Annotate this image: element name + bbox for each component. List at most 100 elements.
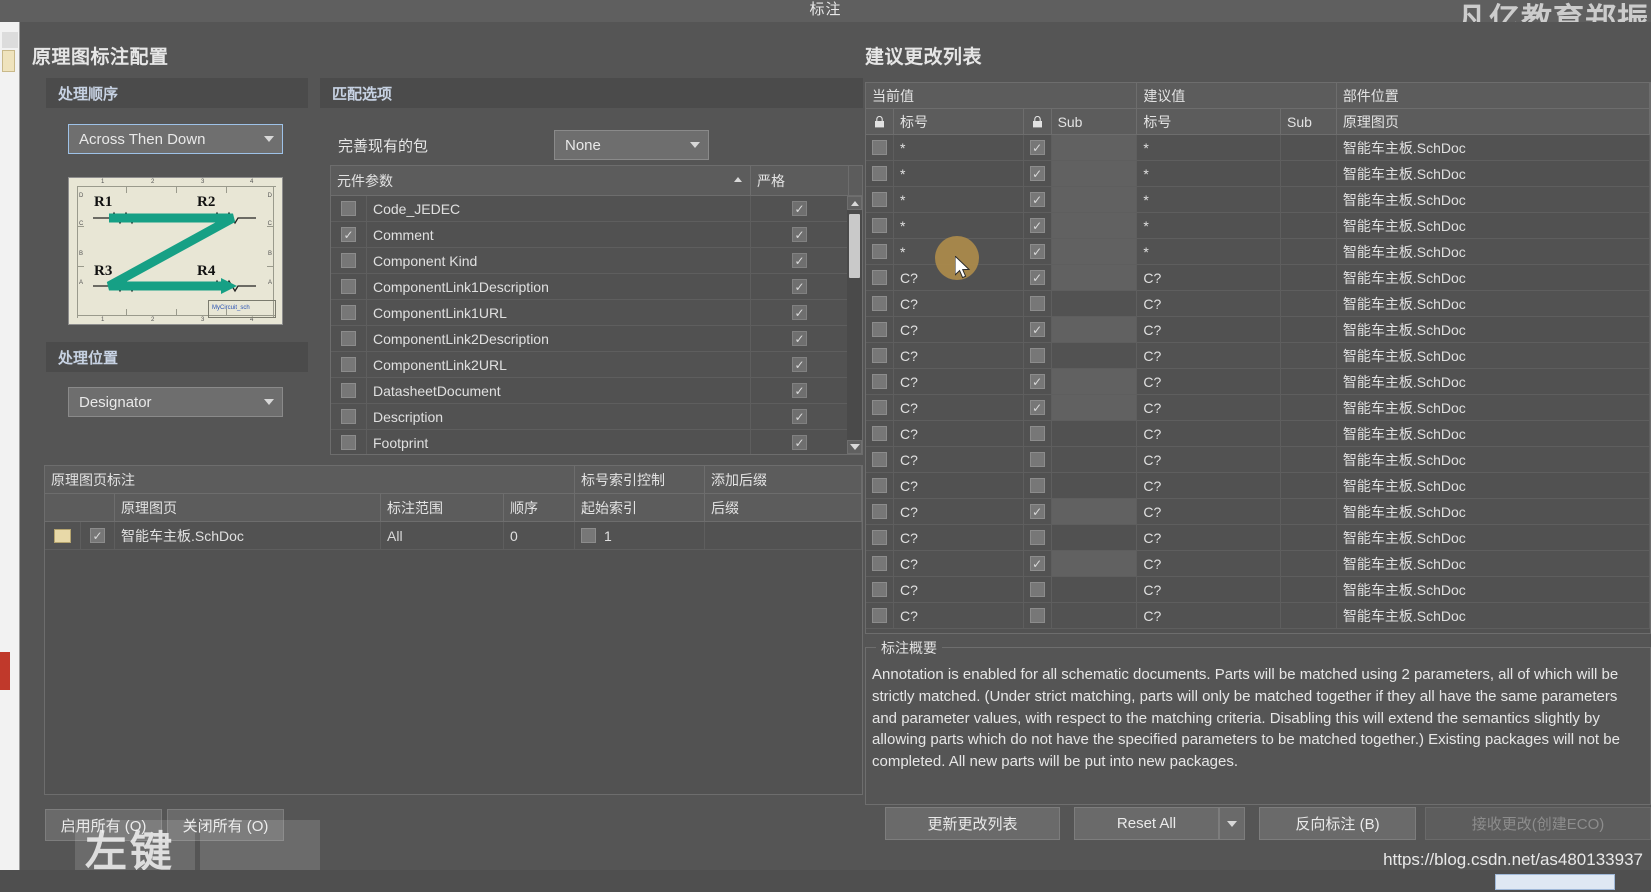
row-select-checkbox[interactable] — [866, 187, 894, 212]
table-row[interactable]: C?C?智能车主板.SchDoc — [866, 499, 1650, 525]
parameter-strict-checkbox[interactable] — [751, 352, 849, 377]
row-select-checkbox[interactable] — [866, 603, 894, 628]
scroll-up-button[interactable] — [847, 196, 862, 210]
table-row[interactable]: 智能车主板.SchDocAll01 — [45, 522, 862, 550]
column-header-scope[interactable]: 标注范围 — [381, 494, 504, 521]
parameter-strict-checkbox[interactable] — [751, 248, 849, 273]
row-select-checkbox[interactable] — [866, 395, 894, 420]
table-row[interactable]: C?C?智能车主板.SchDoc — [866, 603, 1650, 629]
row-select-checkbox[interactable] — [866, 577, 894, 602]
table-row[interactable]: Description — [331, 404, 862, 430]
sheet-order[interactable]: 0 — [504, 522, 575, 549]
order-combobox[interactable]: Across Then Down — [68, 124, 283, 154]
table-row[interactable]: **智能车主板.SchDoc — [866, 213, 1650, 239]
row-select-checkbox[interactable] — [866, 239, 894, 264]
table-row[interactable]: C?C?智能车主板.SchDoc — [866, 291, 1650, 317]
table-row[interactable]: C?C?智能车主板.SchDoc — [866, 525, 1650, 551]
update-change-list-button[interactable]: 更新更改列表 — [885, 807, 1060, 840]
sheet-suffix[interactable] — [705, 522, 862, 549]
parameter-strict-checkbox[interactable] — [751, 222, 849, 247]
row-select-checkbox[interactable] — [866, 317, 894, 342]
parameter-strict-checkbox[interactable] — [751, 326, 849, 351]
lock-checkbox[interactable] — [1024, 551, 1052, 576]
table-row[interactable]: Comment — [331, 222, 862, 248]
lock-checkbox[interactable] — [1024, 213, 1052, 238]
parameter-match-table[interactable]: 元件参数 严格 Code_JEDECCommentComponent KindC… — [330, 165, 863, 455]
table-row[interactable]: ComponentLink1Description — [331, 274, 862, 300]
row-select-checkbox[interactable] — [866, 551, 894, 576]
lock-icon[interactable] — [866, 109, 894, 134]
table-row[interactable]: Code_JEDEC — [331, 196, 862, 222]
row-select-checkbox[interactable] — [866, 473, 894, 498]
table-row[interactable]: C?C?智能车主板.SchDoc — [866, 265, 1650, 291]
row-select-checkbox[interactable] — [866, 369, 894, 394]
lock-icon[interactable] — [1024, 109, 1052, 134]
parameter-strict-checkbox[interactable] — [751, 378, 849, 403]
row-select-checkbox[interactable] — [866, 265, 894, 290]
row-select-checkbox[interactable] — [866, 525, 894, 550]
table-row[interactable]: **智能车主板.SchDoc — [866, 239, 1650, 265]
row-select-checkbox[interactable] — [866, 447, 894, 472]
column-header-start-index[interactable]: 起始索引 — [575, 494, 705, 521]
table-row[interactable]: C?C?智能车主板.SchDoc — [866, 395, 1650, 421]
parameter-strict-checkbox[interactable] — [751, 196, 849, 221]
column-header-current-designator[interactable]: 标号 — [894, 109, 1024, 134]
table-row[interactable]: ComponentLink2Description — [331, 326, 862, 352]
scroll-down-button[interactable] — [847, 440, 862, 454]
column-header-order[interactable]: 顺序 — [504, 494, 575, 521]
column-header-sheet[interactable]: 原理图页 — [115, 494, 381, 521]
table-row[interactable]: DatasheetDocument — [331, 378, 862, 404]
parameter-enable-checkbox[interactable] — [331, 352, 367, 377]
taskbar-item[interactable] — [1495, 874, 1615, 890]
lock-checkbox[interactable] — [1024, 525, 1052, 550]
sheet-scope[interactable]: All — [381, 522, 504, 549]
schematic-sheets-table[interactable]: 原理图页标注 标号索引控制 添加后缀 原理图页 标注范围 顺序 起始索引 后缀 … — [44, 465, 863, 795]
table-row[interactable]: C?C?智能车主板.SchDoc — [866, 421, 1650, 447]
back-annotate-button[interactable]: 反向标注 (B) — [1259, 807, 1416, 840]
table-row[interactable]: C?C?智能车主板.SchDoc — [866, 551, 1650, 577]
column-header-schematic-sheet[interactable]: 原理图页 — [1337, 109, 1650, 134]
table-row[interactable]: C?C?智能车主板.SchDoc — [866, 369, 1650, 395]
lock-checkbox[interactable] — [1024, 161, 1052, 186]
lock-checkbox[interactable] — [1024, 265, 1052, 290]
lock-checkbox[interactable] — [1024, 577, 1052, 602]
lock-checkbox[interactable] — [1024, 473, 1052, 498]
reset-all-dropdown-button[interactable] — [1219, 807, 1245, 840]
lock-checkbox[interactable] — [1024, 291, 1052, 316]
table-row[interactable]: C?C?智能车主板.SchDoc — [866, 447, 1650, 473]
existing-packages-combobox[interactable]: None — [554, 130, 709, 160]
table-row[interactable]: ComponentLink2URL — [331, 352, 862, 378]
chevron-down-icon[interactable] — [682, 131, 708, 159]
parameter-enable-checkbox[interactable] — [331, 196, 367, 221]
lock-checkbox[interactable] — [1024, 135, 1052, 160]
table-row[interactable]: C?C?智能车主板.SchDoc — [866, 343, 1650, 369]
table-row[interactable]: C?C?智能车主板.SchDoc — [866, 317, 1650, 343]
lock-checkbox[interactable] — [1024, 447, 1052, 472]
lock-checkbox[interactable] — [1024, 603, 1052, 628]
parameter-table-scrollbar[interactable] — [847, 196, 862, 454]
lock-checkbox[interactable] — [1024, 369, 1052, 394]
column-header-current-sub[interactable]: Sub — [1052, 109, 1138, 134]
chevron-down-icon[interactable] — [256, 125, 282, 153]
column-header-suffix[interactable]: 后缀 — [705, 494, 862, 521]
proposed-change-table[interactable]: 当前值 建议值 部件位置 标号 Sub 标号 Sub 原理图页 * ✓ * 智能… — [865, 82, 1651, 634]
parameter-enable-checkbox[interactable] — [331, 300, 367, 325]
row-select-checkbox[interactable] — [866, 499, 894, 524]
scrollbar-thumb[interactable] — [849, 214, 860, 278]
lock-checkbox[interactable] — [1024, 421, 1052, 446]
column-header-parameter[interactable]: 元件参数 — [331, 166, 751, 195]
row-select-checkbox[interactable] — [866, 291, 894, 316]
table-row[interactable]: Component Kind — [331, 248, 862, 274]
lock-checkbox[interactable] — [1024, 239, 1052, 264]
table-row[interactable]: C?C?智能车主板.SchDoc — [866, 473, 1650, 499]
parameter-enable-checkbox[interactable] — [331, 404, 367, 429]
lock-checkbox[interactable] — [1024, 499, 1052, 524]
lock-checkbox[interactable] — [1024, 317, 1052, 342]
sheet-enable-checkbox[interactable] — [81, 522, 115, 549]
column-header-strict[interactable]: 严格 — [751, 166, 849, 195]
row-select-checkbox[interactable] — [866, 161, 894, 186]
parameter-enable-checkbox[interactable] — [331, 248, 367, 273]
parameter-strict-checkbox[interactable] — [751, 300, 849, 325]
table-row[interactable]: **智能车主板.SchDoc — [866, 135, 1650, 161]
row-select-checkbox[interactable] — [866, 135, 894, 160]
